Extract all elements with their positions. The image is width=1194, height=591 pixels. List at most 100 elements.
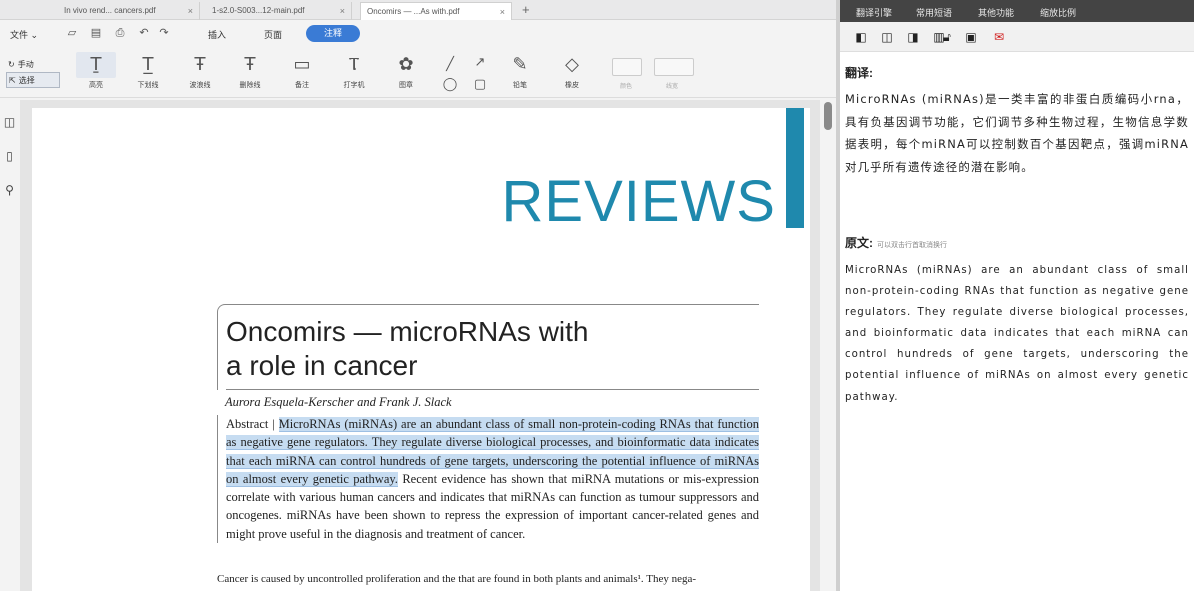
cursor-arrow-icon: ⇱ (9, 75, 16, 85)
left-sidebar-strip: ◫ ▯ ⚲ (0, 100, 20, 591)
new-tab-plus-icon[interactable]: + (522, 1, 530, 19)
section-banner: REVIEWS (501, 169, 776, 234)
article-body-text: Cancer is caused by uncontrolled prolife… (217, 573, 697, 585)
original-heading: 原文: 可以双击行首取消换行 (845, 234, 947, 251)
scrollbar-thumb[interactable] (824, 102, 832, 130)
eraser-tool[interactable]: ◇ 橡皮 (552, 52, 592, 94)
article-header: Oncomirs — microRNAs with a role in canc… (217, 304, 759, 544)
tab-close-icon[interactable]: × (500, 3, 505, 21)
original-text: MicroRNAs (miRNAs) are an abundant class… (845, 265, 1189, 403)
translated-text: MicroRNAs (miRNAs)是一类丰富的非蛋白质编码小rna，具有负基因… (845, 92, 1189, 174)
stamp-tool[interactable]: ✿ 图章 (386, 52, 426, 94)
document-tab-2[interactable]: 1-s2.0-S003...12-main.pdf × (206, 2, 352, 20)
layout-right-icon[interactable]: ◨ (906, 30, 920, 44)
article-authors: Aurora Esquela-Kerscher and Frank J. Sla… (225, 395, 452, 409)
highlight-tool-label: 高亮 (89, 82, 103, 89)
chevron-down-icon: ⌄ (30, 30, 39, 40)
pencil-icon: ✎ (512, 54, 528, 75)
layout-split-icon[interactable]: ◫ (880, 30, 894, 44)
translation-heading: 翻译: (845, 66, 873, 80)
arrow-icon[interactable]: ↗ (470, 54, 490, 70)
stamp-icon: ✿ (398, 54, 414, 75)
title-line-1: Oncomirs — microRNAs with (226, 316, 589, 347)
print-icon[interactable]: ⎙ (114, 27, 126, 39)
bookmark-icon[interactable]: ▯ (3, 150, 16, 163)
pencil-tool[interactable]: ✎ 铅笔 (500, 52, 540, 94)
document-tab-1[interactable]: In vivo rend... cancers.pdf × (58, 2, 200, 20)
abstract-lead: Abstract | (226, 417, 279, 431)
highlight-icon: Ṯ (76, 52, 116, 78)
menu-file-label: 文件 (10, 30, 29, 40)
hand-tool-label: 手动 (17, 59, 34, 69)
line-width-label: 线宽 (666, 84, 679, 90)
strikethrough-tool[interactable]: Ŧ 删除线 (230, 52, 270, 94)
original-hint: 可以双击行首取消换行 (877, 242, 947, 249)
annotate-mode-button[interactable]: 注释 (306, 25, 360, 42)
menu-common-phrases[interactable]: 常用短语 (916, 6, 952, 19)
squiggly-tool-label: 波浪线 (189, 82, 211, 89)
unlock-icon[interactable]: 🔓︎ (940, 30, 954, 44)
note-tool[interactable]: ▭ 备注 (282, 52, 322, 94)
eraser-icon: ◇ (565, 54, 579, 75)
menu-insert[interactable]: 插入 (208, 28, 226, 41)
color-picker[interactable] (612, 58, 642, 76)
tab-close-icon[interactable]: × (188, 2, 193, 20)
save-icon[interactable]: ▤ (90, 27, 102, 39)
hand-select-group: ↻ 手动 ⇱ 选择 (6, 56, 60, 88)
article-title: Oncomirs — microRNAs with a role in canc… (226, 315, 666, 383)
stamp-tool-label: 图章 (399, 82, 413, 89)
translation-panel-menu: 翻译引擎 常用短语 其他功能 缩放比例 (840, 0, 1194, 22)
menu-bar: 文件 ⌄ ▱ ▤ ⎙ ↶ ↷ 插入 页面 注释 (0, 22, 836, 46)
select-tool-label: 选择 (18, 75, 35, 85)
hand-tool[interactable]: ↻ 手动 (6, 56, 60, 72)
search-icon[interactable]: ⚲ (3, 184, 16, 197)
squiggly-icon: Ŧ (194, 54, 206, 75)
redo-icon[interactable]: ↷ (158, 27, 170, 39)
document-tab-3-active[interactable]: Oncomirs — ...As with.pdf × (360, 2, 512, 20)
eraser-tool-label: 橡皮 (565, 82, 579, 89)
pdf-page: REVIEWS Oncomirs — microRNAs with a role… (32, 108, 810, 591)
typewriter-tool[interactable]: Ⲧ 打字机 (334, 52, 374, 94)
line-icon[interactable]: ╱ (440, 56, 460, 72)
mail-icon[interactable]: ✉ (992, 30, 1006, 44)
typewriter-tool-label: 打字机 (343, 82, 365, 89)
underline-tool-label: 下划线 (137, 82, 159, 89)
thumbnails-icon[interactable]: ◫ (3, 116, 16, 129)
comment-icon: ▭ (293, 54, 311, 75)
annotation-toolbar: ↻ 手动 ⇱ 选择 Ṯ 高亮 T̲ 下划线 Ŧ 波浪线 Ŧ 删除线 ▭ 备注 Ⲧ… (0, 48, 836, 98)
select-tool[interactable]: ⇱ 选择 (6, 72, 60, 88)
highlight-tool[interactable]: Ṯ 高亮 (76, 52, 116, 94)
menu-other-functions[interactable]: 其他功能 (978, 6, 1014, 19)
article-abstract: Abstract | MicroRNAs (miRNAs) are an abu… (217, 415, 759, 544)
tab-close-icon[interactable]: × (340, 2, 345, 20)
menu-translation-engine[interactable]: 翻译引擎 (856, 6, 892, 19)
menu-page[interactable]: 页面 (264, 28, 282, 41)
layout-left-icon[interactable]: ◧ (854, 30, 868, 44)
hand-icon: ↻ (8, 59, 15, 69)
underline-tool[interactable]: T̲ 下划线 (128, 52, 168, 94)
undo-icon[interactable]: ↶ (138, 27, 150, 39)
vertical-scrollbar[interactable] (820, 100, 836, 591)
ellipse-icon[interactable]: ◯ (440, 76, 460, 92)
menu-zoom-ratio[interactable]: 缩放比例 (1040, 6, 1076, 19)
title-line-2: a role in cancer (226, 350, 418, 381)
note-tool-label: 备注 (295, 82, 309, 89)
shape-tools: ╱ ↗ ◯ ▢ (440, 54, 490, 94)
open-folder-icon[interactable]: ▱ (66, 27, 78, 39)
pencil-tool-label: 铅笔 (513, 82, 527, 89)
line-width-stepper[interactable] (654, 58, 694, 76)
underline-icon: T̲ (142, 54, 154, 75)
color-label: 颜色 (620, 84, 633, 90)
squiggly-tool[interactable]: Ŧ 波浪线 (180, 52, 220, 94)
document-tab-bar: In vivo rend... cancers.pdf × 1-s2.0-S00… (0, 0, 836, 20)
strikethrough-icon: Ŧ (244, 54, 256, 75)
typewriter-icon: Ⲧ (348, 54, 360, 75)
tab-title: Oncomirs — ...As with.pdf (367, 7, 460, 16)
journal-color-tab (786, 108, 804, 228)
menu-file[interactable]: 文件 ⌄ (10, 28, 38, 41)
window-icon[interactable]: ▣ (964, 30, 978, 44)
rectangle-icon[interactable]: ▢ (470, 76, 490, 92)
strikethrough-tool-label: 删除线 (239, 82, 261, 89)
tab-title: In vivo rend... cancers.pdf (64, 6, 156, 15)
tab-title: 1-s2.0-S003...12-main.pdf (212, 6, 305, 15)
